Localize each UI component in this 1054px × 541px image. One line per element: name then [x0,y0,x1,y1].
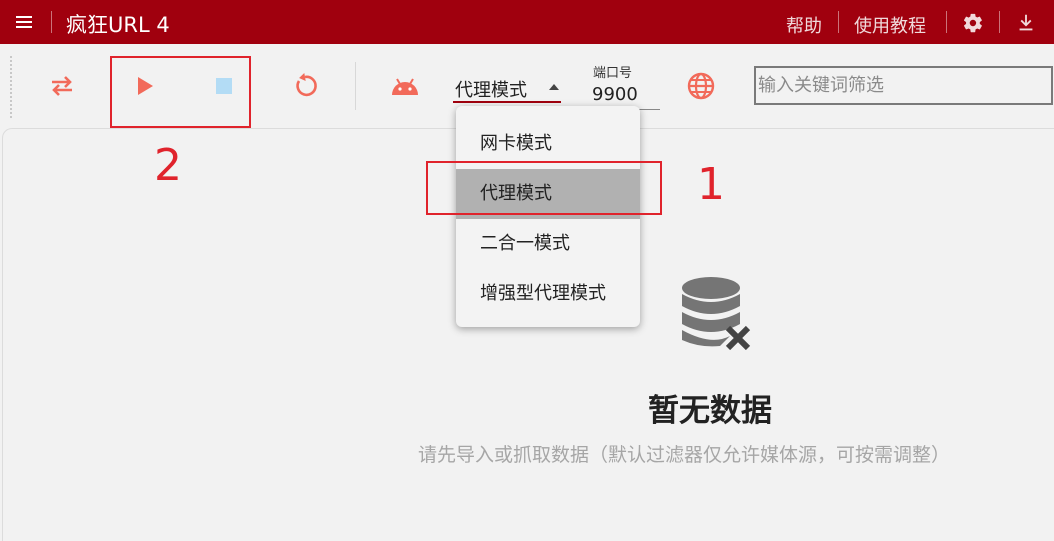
toolbar-grip [10,56,12,118]
empty-state-subtitle: 请先导入或抓取数据（默认过滤器仅允许媒体源，可按需调整） [418,444,951,466]
toolbar-separator [355,62,356,110]
capture-mode-value: 代理模式 [455,80,527,101]
globe-icon[interactable] [685,70,717,102]
capture-mode-menu: 网卡模式 代理模式 二合一模式 增强型代理模式 [456,106,640,327]
android-icon[interactable] [389,70,421,102]
download-icon[interactable] [1015,12,1037,34]
help-link[interactable]: 帮助 [786,12,822,38]
menu-item-enhanced-proxy-mode[interactable]: 增强型代理模式 [456,269,640,319]
app-title: 疯狂URL 4 [66,13,170,37]
swap-arrows-icon[interactable] [46,70,78,102]
title-separator [946,11,947,33]
capture-mode-select[interactable]: 代理模式 [453,72,563,103]
database-x-icon [680,276,752,351]
menu-item-combined-mode[interactable]: 二合一模式 [456,219,640,269]
menu-icon[interactable] [14,13,36,31]
search-input[interactable] [754,66,1053,105]
caret-up-icon [549,84,559,90]
port-label: 端口号 [593,66,633,81]
select-underline [453,101,561,103]
annotation-label-1: 1 [697,159,725,210]
annotation-box-1 [426,161,662,215]
title-separator [51,11,52,33]
tutorial-link[interactable]: 使用教程 [854,12,926,38]
annotation-label-2: 2 [154,140,182,191]
title-bar: 疯狂URL 4 帮助 使用教程 [0,0,1054,44]
annotation-box-2 [110,56,251,128]
empty-state-title: 暂无数据 [648,393,772,429]
gear-icon[interactable] [962,12,984,34]
title-separator [999,11,1000,33]
title-separator [838,11,839,33]
refresh-icon[interactable] [289,70,321,102]
